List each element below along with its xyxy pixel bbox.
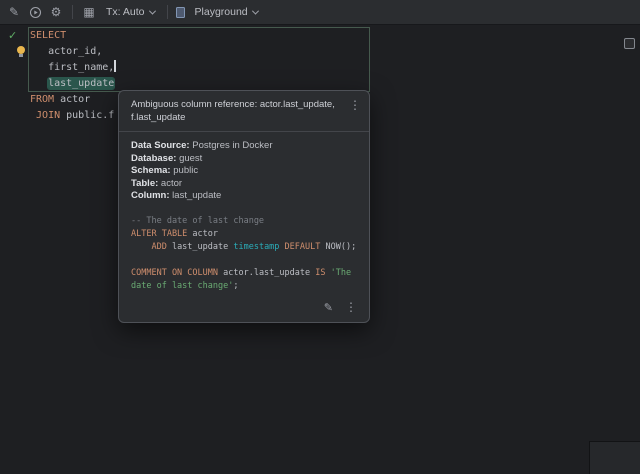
popup-title: Ambiguous column reference: actor.last_u… — [131, 99, 343, 124]
field-value: public — [173, 165, 198, 176]
code-line[interactable]: FROM actor — [30, 92, 116, 108]
playground-dropdown[interactable]: Playground — [189, 2, 264, 22]
code-token: JOIN — [36, 110, 66, 121]
field-value: Postgres in Docker — [192, 140, 272, 151]
field-value: last_update — [172, 190, 221, 201]
field-label: Column: — [131, 190, 172, 201]
popup-code: -- The date of last change ALTER TABLE ac… — [119, 205, 369, 295]
code-token — [30, 62, 48, 73]
popup-field: Table: actor — [131, 178, 357, 191]
code-line[interactable]: first_name, — [30, 60, 116, 76]
popup-code-line — [131, 254, 365, 267]
playground-label: Playground — [195, 6, 248, 18]
app-window: ✎ ⚙ ▦ Tx: Auto Playground ✓ SELECT actor… — [0, 0, 640, 474]
settings-gear-icon[interactable]: ⚙ — [46, 2, 66, 22]
code-lines: SELECT actor_id, first_name, last_update… — [30, 28, 116, 124]
intention-bulb-icon[interactable] — [17, 46, 25, 54]
tx-mode-dropdown[interactable]: Tx: Auto — [100, 2, 161, 22]
code-token: date of last change' — [131, 281, 233, 291]
popup-code-line: -- The date of last change — [131, 215, 365, 228]
code-token: actor_id, — [48, 46, 102, 57]
run-icon[interactable] — [25, 2, 45, 22]
code-token: COMMENT ON COLUMN — [131, 268, 218, 278]
popup-fields: Data Source: Postgres in DockerDatabase:… — [119, 132, 369, 205]
grid-icon: ▦ — [83, 5, 94, 19]
corner-panel — [589, 441, 640, 474]
code-token: actor — [187, 229, 218, 239]
documentation-popup: Ambiguous column reference: actor.last_u… — [118, 90, 370, 323]
sql-editor[interactable]: ✓ SELECT actor_id, first_name, last_upda… — [0, 25, 640, 474]
code-token: first_name, — [48, 62, 114, 73]
gear-icon: ⚙ — [51, 5, 62, 19]
chevron-down-icon — [148, 7, 155, 14]
code-token — [30, 46, 48, 57]
code-token: 'The — [325, 268, 351, 278]
edit-comment-icon[interactable]: ✎ — [324, 301, 333, 314]
code-token: public.f — [66, 110, 114, 121]
popup-code-line: COMMENT ON COLUMN actor.last_update IS '… — [131, 267, 365, 280]
popup-code-line: ALTER TABLE actor — [131, 228, 365, 241]
code-token: last_update — [167, 242, 234, 252]
code-token: IS — [315, 268, 325, 278]
field-label: Table: — [131, 178, 161, 189]
run-circle-icon — [29, 6, 42, 19]
popup-header: Ambiguous column reference: actor.last_u… — [119, 91, 369, 131]
code-token: actor.last_update — [218, 268, 315, 278]
console-file-icon — [176, 7, 185, 18]
pencil-icon: ✎ — [9, 5, 19, 19]
code-token: NOW(); — [320, 242, 356, 252]
text-caret — [114, 60, 116, 72]
code-token — [30, 78, 48, 89]
field-label: Schema: — [131, 165, 173, 176]
code-line[interactable]: actor_id, — [30, 44, 116, 60]
field-label: Data Source: — [131, 140, 192, 151]
popup-field: Database: guest — [131, 153, 357, 166]
statement-ok-icon[interactable]: ✓ — [8, 29, 17, 42]
edit-icon[interactable]: ✎ — [4, 2, 24, 22]
code-token: DEFAULT — [285, 242, 321, 252]
toolbar-separator — [72, 5, 73, 19]
code-token: ; — [233, 281, 238, 291]
code-token: actor — [60, 94, 90, 105]
toolbar-separator — [167, 5, 168, 19]
code-line[interactable]: SELECT — [30, 28, 116, 44]
popup-field: Column: last_update — [131, 190, 357, 203]
field-label: Database: — [131, 153, 179, 164]
code-token: ADD — [131, 242, 167, 252]
popup-more-icon[interactable]: ⋮ — [345, 301, 357, 313]
editor-toolbar: ✎ ⚙ ▦ Tx: Auto Playground — [0, 0, 640, 25]
more-options-icon[interactable]: ⋮ — [349, 99, 361, 111]
code-token: timestamp — [233, 242, 279, 252]
code-token: ALTER TABLE — [131, 229, 187, 239]
highlighted-token: last_update — [48, 78, 114, 89]
chevron-down-icon — [252, 7, 259, 14]
code-line[interactable]: last_update — [30, 76, 116, 92]
code-token: -- The date of last change — [131, 216, 264, 226]
popup-code-line: ADD last_update timestamp DEFAULT NOW(); — [131, 241, 365, 254]
code-line[interactable]: JOIN public.f — [30, 108, 116, 124]
popup-field: Schema: public — [131, 165, 357, 178]
tx-mode-label: Tx: Auto — [106, 6, 145, 18]
table-grid-icon[interactable]: ▦ — [79, 2, 99, 22]
scrollbar-marker[interactable] — [624, 38, 635, 49]
field-value: actor — [161, 178, 182, 189]
popup-footer: ✎ ⋮ — [119, 295, 369, 322]
code-token: SELECT — [30, 30, 66, 41]
popup-code-line: date of last change'; — [131, 280, 365, 293]
field-value: guest — [179, 153, 202, 164]
code-token: FROM — [30, 94, 60, 105]
popup-field: Data Source: Postgres in Docker — [131, 140, 357, 153]
